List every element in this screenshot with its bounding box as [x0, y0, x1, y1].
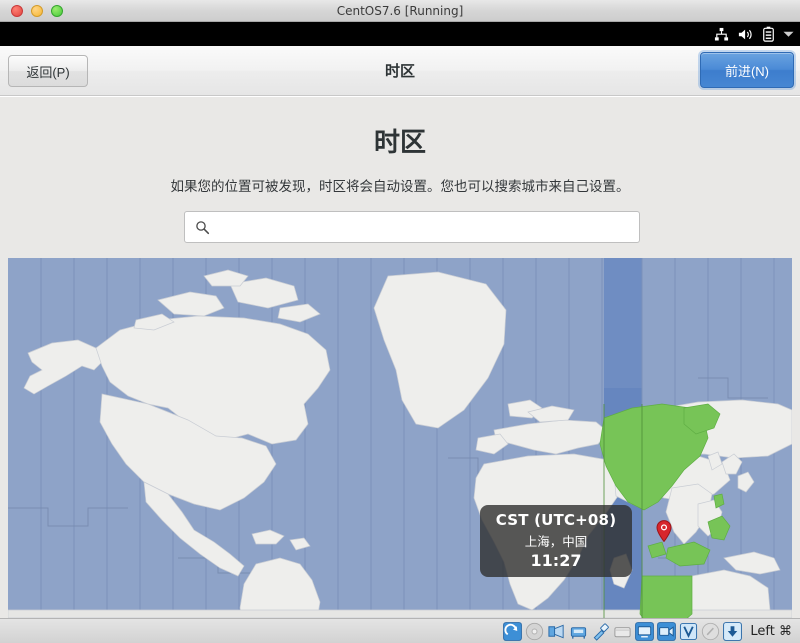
usb-icon[interactable]: [591, 622, 610, 641]
virtualization-icon[interactable]: [679, 622, 698, 641]
recording-icon[interactable]: [657, 622, 676, 641]
search-icon: [195, 220, 210, 235]
virtualbox-statusbar: Left ⌘: [0, 618, 800, 643]
volume-icon[interactable]: [738, 27, 754, 42]
map-pin-icon: [656, 520, 672, 542]
display-icon[interactable]: [635, 622, 654, 641]
spoke-title: 时区: [0, 46, 800, 96]
tooltip-city: 上海，中国: [480, 531, 632, 550]
window-titlebar: CentOS7.6 [Running]: [0, 0, 800, 22]
back-button[interactable]: 返回(P): [8, 55, 88, 87]
gnome-system-tray[interactable]: [714, 22, 794, 46]
mouse-integration-icon[interactable]: [701, 622, 720, 641]
hard-disk-icon[interactable]: [503, 622, 522, 641]
timezone-spoke: 时区 如果您的位置可被发现，时区将会自动设置。您也可以搜索城市来自己设置。: [0, 97, 800, 618]
search-input[interactable]: [210, 213, 639, 241]
window-title: CentOS7.6 [Running]: [0, 0, 800, 22]
tooltip-zone: CST (UTC+08): [480, 511, 632, 529]
page-title: 时区: [0, 122, 800, 159]
city-search-box[interactable]: [184, 211, 640, 243]
tooltip-time: 11:27: [480, 551, 632, 570]
optical-disk-icon[interactable]: [525, 622, 544, 641]
page-description: 如果您的位置可被发现，时区将会自动设置。您也可以搜索城市来自己设置。: [0, 175, 800, 195]
network-icon[interactable]: [714, 27, 729, 42]
battery-icon[interactable]: [763, 26, 774, 42]
world-map[interactable]: [8, 258, 792, 618]
gnome-top-bar: [0, 22, 800, 46]
installer-toolbar: 时区 返回(P) 前进(N): [0, 46, 800, 96]
virtualbox-window: CentOS7.6 [Running]: [0, 0, 800, 643]
floppy-disk-icon[interactable]: [547, 622, 566, 641]
shared-folders-icon[interactable]: [613, 622, 632, 641]
host-key-label: Left ⌘: [750, 624, 792, 639]
next-button[interactable]: 前进(N): [700, 52, 794, 88]
timezone-tooltip: CST (UTC+08) 上海，中国 11:27: [480, 505, 632, 577]
chevron-down-icon[interactable]: [783, 30, 794, 38]
network-adapter-icon[interactable]: [569, 622, 588, 641]
map-canvas[interactable]: [8, 258, 792, 618]
keyboard-capture-icon[interactable]: [723, 622, 742, 641]
